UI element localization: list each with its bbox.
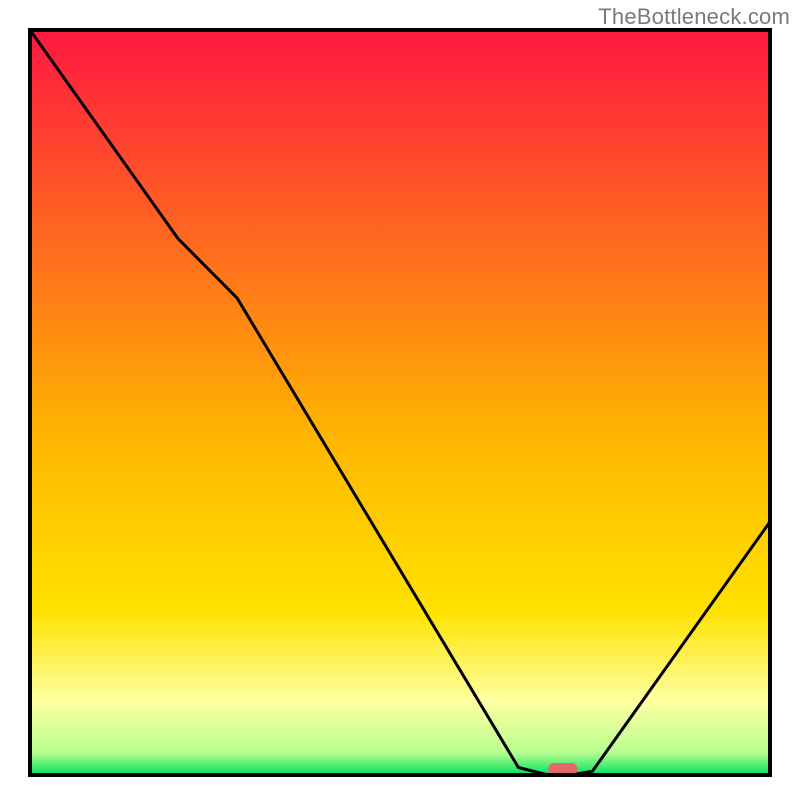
watermark-text: TheBottleneck.com: [598, 4, 790, 30]
bottleneck-chart: [0, 0, 800, 800]
plot-background: [30, 30, 770, 775]
chart-container: TheBottleneck.com: [0, 0, 800, 800]
